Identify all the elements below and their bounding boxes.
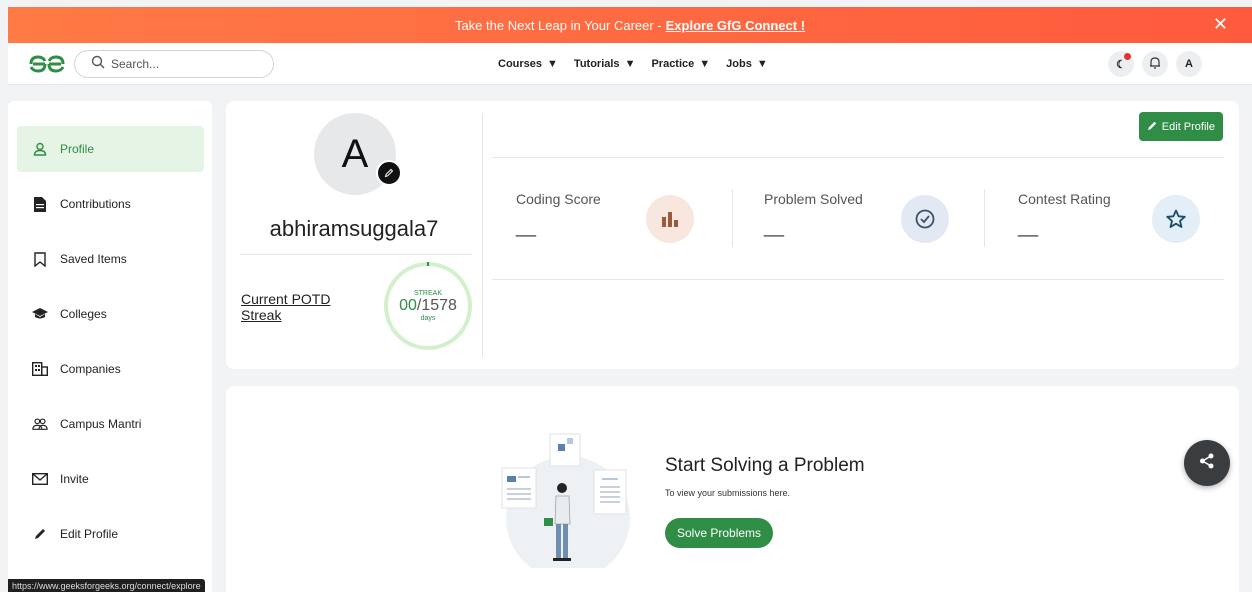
sidebar-item-label: Campus Mantri	[60, 417, 142, 431]
theme-toggle-button[interactable]: ☾	[1108, 51, 1134, 77]
sidebar-item-label: Edit Profile	[60, 527, 119, 541]
stat-label: Coding Score	[516, 191, 601, 207]
check-circle-icon	[901, 195, 949, 243]
empty-state-subtitle: To view your submissions here.	[665, 488, 791, 498]
sidebar-item-contributions[interactable]: Contributions	[17, 181, 204, 227]
divider	[492, 157, 1224, 158]
moon-icon: ☾	[1116, 58, 1126, 71]
gfg-logo[interactable]	[28, 53, 68, 75]
notification-dot	[1124, 53, 1131, 60]
avatar-edit-button[interactable]	[376, 160, 402, 186]
stat-contest-rating: Contest Rating __	[1018, 191, 1111, 238]
header-actions: ☾ A	[1108, 51, 1202, 77]
streak-total: /1578	[416, 297, 457, 314]
empty-state-illustration	[501, 433, 630, 568]
sidebar-item-label: Colleges	[60, 307, 107, 321]
sidebar-item-label: Contributions	[60, 197, 131, 211]
nav-label: Courses	[498, 58, 543, 70]
sidebar-item-label: Profile	[60, 142, 95, 156]
document-icon	[32, 196, 48, 212]
bookmark-icon	[32, 251, 48, 267]
empty-state-title: Start Solving a Problem	[665, 455, 865, 476]
envelope-icon	[32, 471, 48, 487]
nav-label: Jobs	[726, 58, 752, 70]
banner-link[interactable]: Explore GfG Connect !	[666, 18, 805, 33]
stat-value: __	[764, 217, 785, 237]
divider	[492, 279, 1224, 280]
streak-unit: days	[420, 315, 436, 322]
nav-practice[interactable]: Practice ▼	[651, 58, 710, 70]
sidebar-item-label: Companies	[60, 362, 121, 376]
notifications-button[interactable]	[1142, 51, 1168, 77]
chevron-down-icon: ▼	[624, 58, 636, 70]
star-icon	[1152, 195, 1200, 243]
streak-counter: STREAK 00/1578 days	[383, 261, 473, 351]
share-icon	[1198, 452, 1216, 475]
stat-value: __	[516, 217, 537, 237]
search-input[interactable]: Search...	[74, 49, 274, 78]
graduation-cap-icon	[32, 306, 48, 322]
search-placeholder: Search...	[111, 56, 160, 71]
edit-profile-label: Edit Profile	[1161, 120, 1215, 133]
sidebar-item-saved-items[interactable]: Saved Items	[17, 236, 204, 282]
sidebar-item-label: Saved Items	[60, 252, 127, 266]
stat-label: Contest Rating	[1018, 191, 1111, 207]
nav-tutorials[interactable]: Tutorials ▼	[574, 58, 636, 70]
sidebar-item-invite[interactable]: Invite	[17, 456, 204, 502]
share-button[interactable]	[1184, 440, 1230, 486]
building-icon	[32, 361, 48, 377]
promo-banner: Take the Next Leap in Your Career - Expl…	[8, 7, 1252, 43]
status-bar-url: https://www.geeksforgeeks.org/connect/ex…	[8, 579, 205, 592]
pencil-icon	[32, 526, 48, 542]
edit-profile-button[interactable]: Edit Profile	[1138, 112, 1223, 141]
sidebar-item-profile[interactable]: Profile	[17, 126, 204, 172]
search-icon	[91, 55, 105, 72]
potd-streak-link[interactable]: Current POTD Streak	[241, 291, 351, 323]
sidebar-item-campus-mantri[interactable]: Campus Mantri	[17, 401, 204, 447]
sidebar-item-edit-profile[interactable]: Edit Profile	[17, 511, 204, 557]
divider	[482, 113, 483, 357]
avatar[interactable]: A	[1176, 51, 1202, 77]
banner-text: Take the Next Leap in Your Career -	[454, 17, 662, 33]
profile-card: A abhiramsuggala7 Current POTD Streak ST…	[226, 101, 1239, 369]
sidebar-item-colleges[interactable]: Colleges	[17, 291, 204, 337]
nav-jobs[interactable]: Jobs ▼	[726, 58, 768, 70]
username: abhiramsuggala7	[269, 216, 439, 241]
stat-label: Problem Solved	[764, 191, 863, 207]
streak-label: STREAK	[413, 290, 442, 297]
bell-icon	[1149, 56, 1161, 72]
streak-current: 00	[399, 297, 417, 314]
stat-problem-solved: Problem Solved __	[764, 191, 863, 238]
users-icon	[32, 416, 48, 432]
stat-coding-score: Coding Score __	[516, 191, 601, 238]
submissions-card: Start Solving a Problem To view your sub…	[226, 386, 1239, 592]
pencil-icon	[1147, 120, 1158, 134]
chevron-down-icon: ▼	[756, 58, 768, 70]
chevron-down-icon: ▼	[547, 58, 558, 70]
streak-value: 00/1578	[399, 297, 457, 315]
nav-courses[interactable]: Courses ▼	[498, 58, 558, 70]
sidebar: Profile Contributions Saved Items Colleg…	[8, 101, 212, 592]
sidebar-item-companies[interactable]: Companies	[17, 346, 204, 392]
bar-chart-icon	[646, 195, 694, 243]
divider	[240, 254, 472, 255]
divider	[984, 189, 985, 247]
nav-label: Tutorials	[573, 58, 620, 70]
top-navbar: Search... Courses ▼ Tutorials ▼ Practice ▼ …	[8, 43, 1252, 85]
main-nav: Courses ▼ Tutorials ▼ Practice ▼ Jobs ▼	[498, 43, 768, 85]
user-icon	[32, 141, 48, 157]
chevron-down-icon: ▼	[699, 58, 711, 70]
solve-problems-button[interactable]: Solve Problems	[665, 518, 774, 548]
nav-label: Practice	[651, 58, 695, 70]
close-icon[interactable]: ✕	[1213, 14, 1228, 35]
sidebar-item-label: Invite	[60, 472, 89, 486]
stat-value: __	[1018, 217, 1039, 237]
divider	[732, 189, 733, 247]
